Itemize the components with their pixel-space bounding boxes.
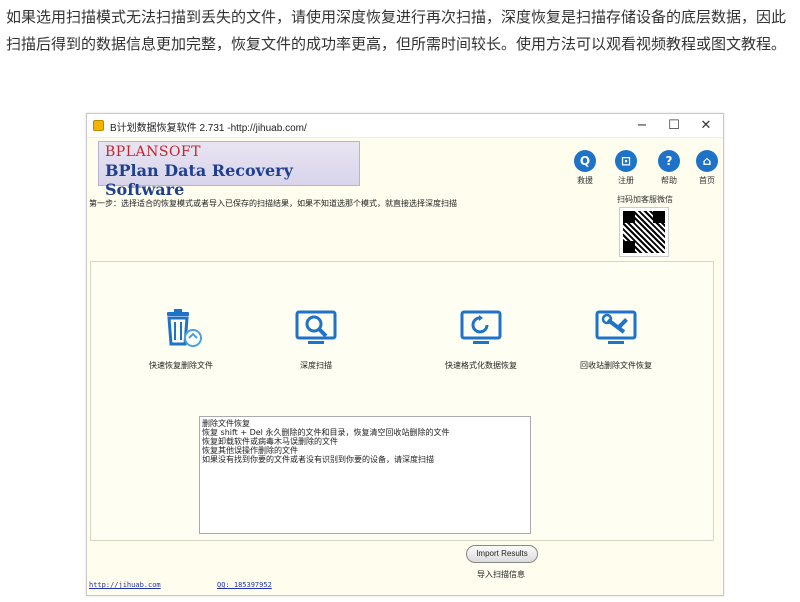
option-deep-scan-label: 深度扫描 <box>300 361 332 370</box>
window-title: B计划数据恢复软件 2.731 -http://jihuab.com/ <box>110 123 307 134</box>
minimize-button[interactable]: − <box>627 116 657 136</box>
recycle-bin-icon <box>159 306 203 350</box>
import-results-label: 导入扫描信息 <box>477 570 525 579</box>
description-line: 删除文件恢复 <box>202 419 250 428</box>
option-format-recover-label: 快速格式化数据恢复 <box>445 361 517 370</box>
description-line: 恢复 shift + Del 永久删除的文件和目录，恢复清空回收站删除的文件 <box>202 428 450 437</box>
option-quick-recover-label: 快速恢复删除文件 <box>149 361 213 370</box>
wrench-monitor-icon <box>594 306 638 350</box>
title-bar: B计划数据恢复软件 2.731 -http://jihuab.com/ − ☐ … <box>87 114 723 138</box>
toolbar-help-button[interactable]: ? 帮助 <box>649 150 689 186</box>
close-button[interactable]: ✕ <box>691 116 721 136</box>
refresh-monitor-icon <box>459 306 503 350</box>
brand-logo: BPLANSOFT BPlan Data Recovery Software <box>98 141 360 199</box>
website-link[interactable]: http://jihuab.com <box>89 581 161 589</box>
intro-paragraph: 如果选用扫描模式无法扫描到丢失的文件，请使用深度恢复进行再次扫描，深度恢复是扫描… <box>6 8 787 53</box>
toolbar-rescue-button[interactable]: Q 救援 <box>565 150 605 186</box>
toolbar-help-label: 帮助 <box>661 176 677 185</box>
maximize-button[interactable]: ☐ <box>659 116 689 136</box>
option-recycle-recover[interactable]: 回收站删除文件恢复 <box>556 306 676 371</box>
toolbar-register-label: 注册 <box>618 176 634 185</box>
home-icon: ⌂ <box>696 150 718 172</box>
option-deep-scan[interactable]: 深度扫描 <box>256 306 376 371</box>
description-line: 如果没有找到你要的文件或者没有识别到你要的设备，请深度扫描 <box>202 455 434 464</box>
option-recycle-recover-label: 回收站删除文件恢复 <box>580 361 652 370</box>
toolbar-register-button[interactable]: ⊡ 注册 <box>606 150 646 186</box>
qr-code <box>619 207 669 257</box>
app-window: B计划数据恢复软件 2.731 -http://jihuab.com/ − ☐ … <box>86 113 724 596</box>
qq-contact-link[interactable]: QQ: 185397952 <box>217 581 272 589</box>
logo-company: BPLANSOFT <box>105 144 201 160</box>
mode-panel: 快速恢复删除文件 深度扫描 快速格式化数据恢复 回收站删除文件恢复 删除文件恢复… <box>90 261 714 541</box>
description-line: 恢复卸载软件或病毒木马误删除的文件 <box>202 437 338 446</box>
help-icon: ? <box>658 150 680 172</box>
app-icon <box>93 120 104 131</box>
logo-product: BPlan Data Recovery Software <box>105 161 293 199</box>
cart-icon: ⊡ <box>615 150 637 172</box>
step-instruction: 第一步：选择适合的恢复模式或者导入已保存的扫描结果，如果不知道选那个模式，就直接… <box>89 199 457 208</box>
description-box: 删除文件恢复 恢复 shift + Del 永久删除的文件和目录，恢复清空回收站… <box>199 416 531 534</box>
toolbar-home-label: 首页 <box>699 176 715 185</box>
option-quick-recover[interactable]: 快速恢复删除文件 <box>121 306 241 371</box>
toolbar-rescue-label: 救援 <box>577 176 593 185</box>
magnifier-monitor-icon <box>294 306 338 350</box>
option-format-recover[interactable]: 快速格式化数据恢复 <box>421 306 541 371</box>
toolbar-home-button[interactable]: ⌂ 首页 <box>687 150 727 186</box>
qr-label: 扫码加客服微信 <box>617 195 673 204</box>
search-icon: Q <box>574 150 596 172</box>
description-line: 恢复其他误操作删除的文件 <box>202 446 298 455</box>
import-results-button[interactable]: Import Results <box>466 545 538 563</box>
